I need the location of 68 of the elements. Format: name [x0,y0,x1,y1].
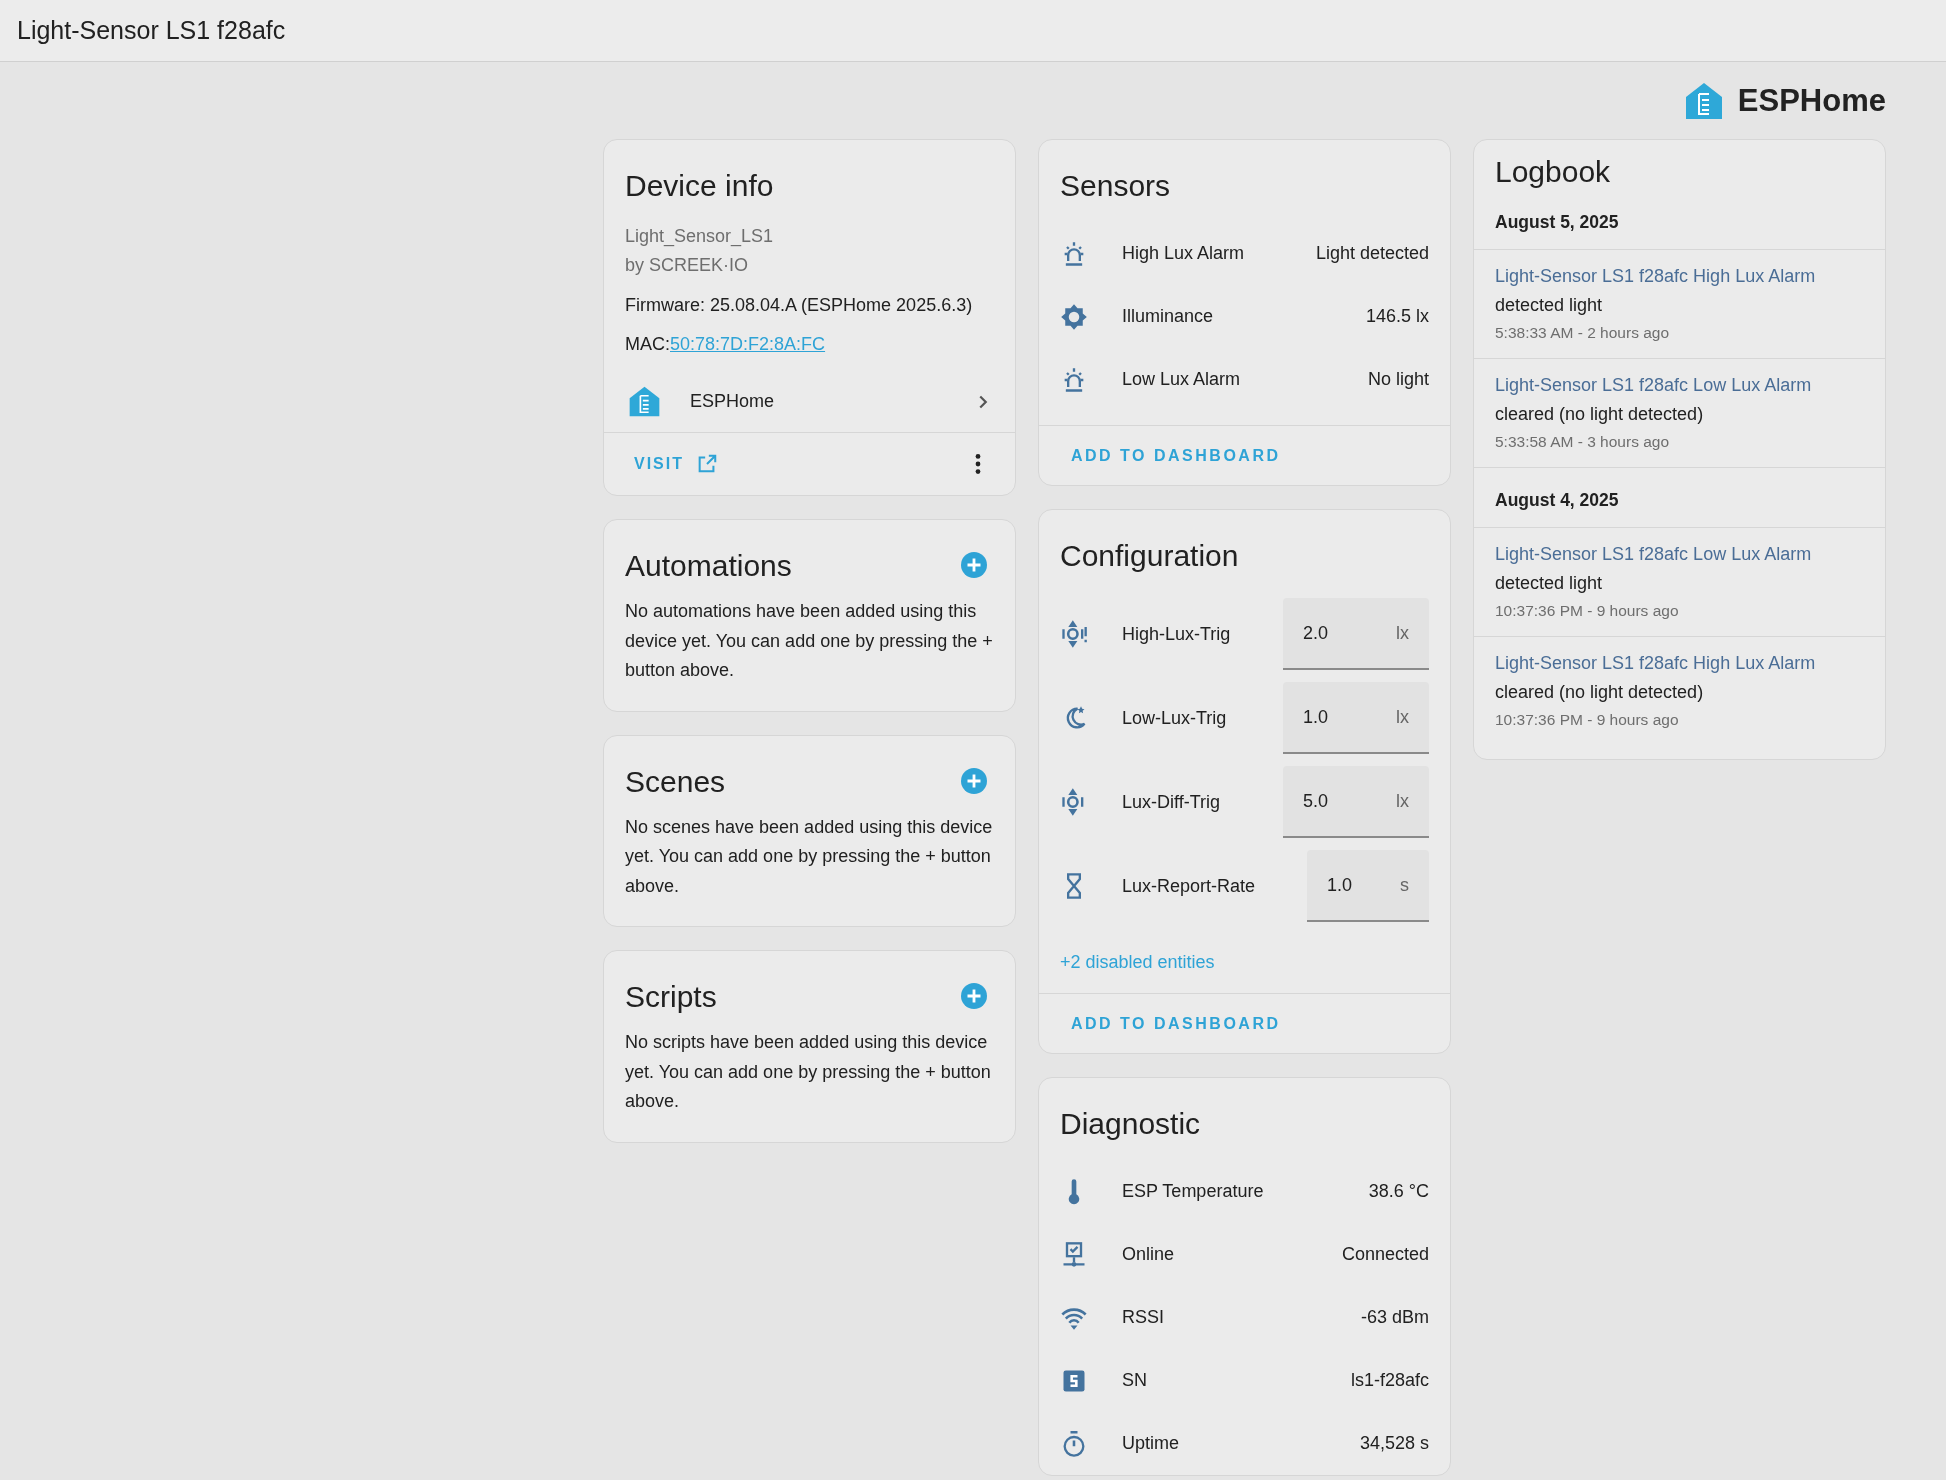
add-icon[interactable] [961,767,987,794]
log-message: detected light [1495,294,1604,317]
entity-state: Light detected [1315,243,1429,264]
mac-link[interactable]: 50:78:7D:F2:8A:FC [670,334,826,354]
empty-message: No scripts have been added using this device yet. You can add one by pressing the + button above. [624,1031,992,1113]
empty-message: No scenes have been added using this device yet. You can add one by pressing the + button above. [624,815,994,898]
log-message: cleared (no light detected) [1495,403,1705,426]
entity-name: Low-Lux-Trig [1122,707,1228,729]
entity-name: Lux-Diff-Trig [1122,791,1221,813]
entity-state: No light [1367,369,1429,390]
log-time: 10:37:36 PM - 9 hours ago [1495,601,1680,621]
entity-name: Online [1122,1244,1176,1265]
house-logo-icon [628,385,661,418]
add-icon[interactable] [961,552,987,578]
entity-link[interactable]: Light-Sensor LS1 f28afc Low Lux Alarm [1495,371,1864,400]
card-title: Device info [624,168,775,204]
card-title: Logbook [1494,154,1612,190]
number-input[interactable]: 5.0 lx [1283,766,1429,838]
entity-state: ls1-f28afc [1350,1370,1429,1391]
visit-link[interactable]: VISIT [634,453,718,475]
number-input[interactable]: 1.0 s [1307,850,1429,922]
sun-icon [1060,302,1088,331]
entity-state: 34,528 s [1359,1433,1429,1454]
add-icon[interactable] [961,983,987,1009]
log-time: 10:37:36 PM - 9 hours ago [1495,710,1680,730]
date-heading: August 5, 2025 [1474,190,1885,250]
date-heading: August 4, 2025 [1474,468,1885,528]
entity-link[interactable]: Light-Sensor LS1 f28afc High Lux Alarm [1495,262,1864,291]
firmware-text: Firmware: 25.08.04.A (ESPHome 2025.6.3) [625,294,974,317]
device-manufacturer: by SCREEK·IO [625,254,750,277]
number-input[interactable]: 1.0 lx [1283,682,1429,754]
entity-link[interactable]: Light-Sensor LS1 f28afc Low Lux Alarm [1495,540,1864,569]
sun-alert-icon [1060,620,1088,648]
number-input[interactable]: 2.0 lx [1283,598,1429,670]
card-title: Configuration [1059,538,1240,574]
log-time: 5:33:58 AM - 3 hours ago [1495,432,1671,452]
entity-name: High-Lux-Trig [1122,623,1232,645]
add-to-dashboard-link[interactable]: ADD TO DASHBOARD [1071,1015,1281,1032]
card-title: Scripts [624,979,718,1015]
entity-state: -63 dBm [1360,1307,1429,1328]
entity-state: Connected [1341,1244,1429,1265]
entity-name: RSSI [1122,1307,1165,1328]
log-message: cleared (no light detected) [1495,681,1705,704]
log-message: detected light [1495,572,1604,595]
card-title: Sensors [1059,168,1172,204]
card-title: Automations [624,548,793,584]
card-title: Scenes [624,763,727,800]
entity-name: ESP Temperature [1122,1181,1265,1202]
entity-name: Illuminance [1122,306,1215,327]
empty-message: No automations have been added using this device yet. You can add one by pressing the + button above. [624,600,994,682]
external-link-icon [696,453,718,475]
entity-name: Uptime [1122,1433,1180,1454]
brand-name: ESPHome [1737,82,1886,119]
entity-name: SN [1122,1370,1148,1391]
house-logo-icon [1683,80,1724,121]
entity-name: Lux-Report-Rate [1122,875,1257,897]
add-to-dashboard-link[interactable]: ADD TO DASHBOARD [1071,447,1281,464]
device-model: Light_Sensor_LS1 [625,225,775,249]
card-title: Diagnostic [1059,1106,1202,1142]
window-title: Light-Sensor LS1 f28afc [17,16,286,45]
log-time: 5:38:33 AM - 2 hours ago [1495,323,1671,343]
entity-state: 38.6 °C [1368,1181,1429,1202]
entity-link[interactable]: Light-Sensor LS1 f28afc High Lux Alarm [1495,649,1864,678]
integration-item[interactable]: ESPHome [604,359,1015,432]
entity-name: Low Lux Alarm [1122,369,1242,390]
entity-name: High Lux Alarm [1122,243,1246,264]
mac-label: MAC: [625,334,670,354]
entity-state: 146.5 lx [1365,306,1429,327]
